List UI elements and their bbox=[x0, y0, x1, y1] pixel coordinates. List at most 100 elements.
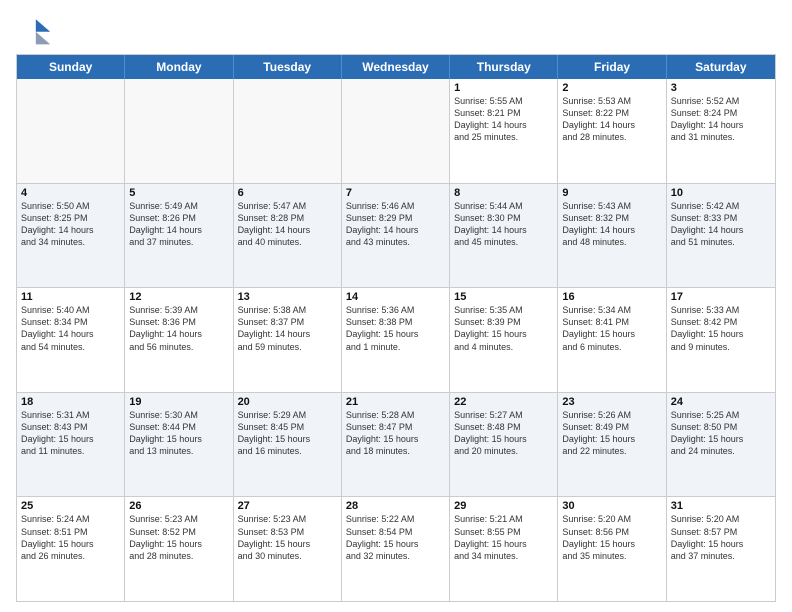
day-number: 22 bbox=[454, 396, 553, 408]
day-cell-19: 19Sunrise: 5:30 AM Sunset: 8:44 PM Dayli… bbox=[125, 393, 233, 497]
day-number: 20 bbox=[238, 396, 337, 408]
day-cell-20: 20Sunrise: 5:29 AM Sunset: 8:45 PM Dayli… bbox=[234, 393, 342, 497]
day-cell-1: 1Sunrise: 5:55 AM Sunset: 8:21 PM Daylig… bbox=[450, 79, 558, 183]
day-number: 8 bbox=[454, 187, 553, 199]
day-info: Sunrise: 5:52 AM Sunset: 8:24 PM Dayligh… bbox=[671, 95, 771, 144]
day-cell-23: 23Sunrise: 5:26 AM Sunset: 8:49 PM Dayli… bbox=[558, 393, 666, 497]
day-info: Sunrise: 5:21 AM Sunset: 8:55 PM Dayligh… bbox=[454, 513, 553, 562]
calendar-row-1: 1Sunrise: 5:55 AM Sunset: 8:21 PM Daylig… bbox=[17, 79, 775, 184]
day-cell-7: 7Sunrise: 5:46 AM Sunset: 8:29 PM Daylig… bbox=[342, 184, 450, 288]
day-info: Sunrise: 5:44 AM Sunset: 8:30 PM Dayligh… bbox=[454, 200, 553, 249]
day-info: Sunrise: 5:25 AM Sunset: 8:50 PM Dayligh… bbox=[671, 409, 771, 458]
day-cell-3: 3Sunrise: 5:52 AM Sunset: 8:24 PM Daylig… bbox=[667, 79, 775, 183]
day-number: 14 bbox=[346, 291, 445, 303]
day-number: 9 bbox=[562, 187, 661, 199]
header-day-sunday: Sunday bbox=[17, 55, 125, 79]
day-number: 26 bbox=[129, 500, 228, 512]
header-day-monday: Monday bbox=[125, 55, 233, 79]
day-cell-15: 15Sunrise: 5:35 AM Sunset: 8:39 PM Dayli… bbox=[450, 288, 558, 392]
day-cell-9: 9Sunrise: 5:43 AM Sunset: 8:32 PM Daylig… bbox=[558, 184, 666, 288]
day-cell-14: 14Sunrise: 5:36 AM Sunset: 8:38 PM Dayli… bbox=[342, 288, 450, 392]
day-cell-26: 26Sunrise: 5:23 AM Sunset: 8:52 PM Dayli… bbox=[125, 497, 233, 601]
day-number: 18 bbox=[21, 396, 120, 408]
day-cell-empty bbox=[234, 79, 342, 183]
header-day-wednesday: Wednesday bbox=[342, 55, 450, 79]
day-cell-12: 12Sunrise: 5:39 AM Sunset: 8:36 PM Dayli… bbox=[125, 288, 233, 392]
day-number: 30 bbox=[562, 500, 661, 512]
day-cell-16: 16Sunrise: 5:34 AM Sunset: 8:41 PM Dayli… bbox=[558, 288, 666, 392]
day-number: 12 bbox=[129, 291, 228, 303]
logo bbox=[16, 12, 56, 48]
calendar-header: SundayMondayTuesdayWednesdayThursdayFrid… bbox=[17, 55, 775, 79]
day-cell-22: 22Sunrise: 5:27 AM Sunset: 8:48 PM Dayli… bbox=[450, 393, 558, 497]
day-number: 25 bbox=[21, 500, 120, 512]
day-number: 31 bbox=[671, 500, 771, 512]
day-cell-6: 6Sunrise: 5:47 AM Sunset: 8:28 PM Daylig… bbox=[234, 184, 342, 288]
calendar-body: 1Sunrise: 5:55 AM Sunset: 8:21 PM Daylig… bbox=[17, 79, 775, 601]
day-cell-2: 2Sunrise: 5:53 AM Sunset: 8:22 PM Daylig… bbox=[558, 79, 666, 183]
day-number: 1 bbox=[454, 82, 553, 94]
day-cell-empty bbox=[342, 79, 450, 183]
day-info: Sunrise: 5:34 AM Sunset: 8:41 PM Dayligh… bbox=[562, 304, 661, 353]
day-number: 17 bbox=[671, 291, 771, 303]
day-number: 16 bbox=[562, 291, 661, 303]
day-number: 4 bbox=[21, 187, 120, 199]
header-day-thursday: Thursday bbox=[450, 55, 558, 79]
day-cell-24: 24Sunrise: 5:25 AM Sunset: 8:50 PM Dayli… bbox=[667, 393, 775, 497]
day-cell-30: 30Sunrise: 5:20 AM Sunset: 8:56 PM Dayli… bbox=[558, 497, 666, 601]
day-cell-17: 17Sunrise: 5:33 AM Sunset: 8:42 PM Dayli… bbox=[667, 288, 775, 392]
day-cell-5: 5Sunrise: 5:49 AM Sunset: 8:26 PM Daylig… bbox=[125, 184, 233, 288]
day-info: Sunrise: 5:24 AM Sunset: 8:51 PM Dayligh… bbox=[21, 513, 120, 562]
calendar-row-5: 25Sunrise: 5:24 AM Sunset: 8:51 PM Dayli… bbox=[17, 497, 775, 601]
day-info: Sunrise: 5:33 AM Sunset: 8:42 PM Dayligh… bbox=[671, 304, 771, 353]
day-info: Sunrise: 5:47 AM Sunset: 8:28 PM Dayligh… bbox=[238, 200, 337, 249]
day-info: Sunrise: 5:36 AM Sunset: 8:38 PM Dayligh… bbox=[346, 304, 445, 353]
day-number: 11 bbox=[21, 291, 120, 303]
day-cell-28: 28Sunrise: 5:22 AM Sunset: 8:54 PM Dayli… bbox=[342, 497, 450, 601]
day-info: Sunrise: 5:28 AM Sunset: 8:47 PM Dayligh… bbox=[346, 409, 445, 458]
day-info: Sunrise: 5:53 AM Sunset: 8:22 PM Dayligh… bbox=[562, 95, 661, 144]
day-info: Sunrise: 5:23 AM Sunset: 8:53 PM Dayligh… bbox=[238, 513, 337, 562]
day-info: Sunrise: 5:43 AM Sunset: 8:32 PM Dayligh… bbox=[562, 200, 661, 249]
day-cell-21: 21Sunrise: 5:28 AM Sunset: 8:47 PM Dayli… bbox=[342, 393, 450, 497]
day-info: Sunrise: 5:27 AM Sunset: 8:48 PM Dayligh… bbox=[454, 409, 553, 458]
day-cell-13: 13Sunrise: 5:38 AM Sunset: 8:37 PM Dayli… bbox=[234, 288, 342, 392]
page: SundayMondayTuesdayWednesdayThursdayFrid… bbox=[0, 0, 792, 612]
day-info: Sunrise: 5:42 AM Sunset: 8:33 PM Dayligh… bbox=[671, 200, 771, 249]
day-info: Sunrise: 5:29 AM Sunset: 8:45 PM Dayligh… bbox=[238, 409, 337, 458]
day-number: 5 bbox=[129, 187, 228, 199]
calendar: SundayMondayTuesdayWednesdayThursdayFrid… bbox=[16, 54, 776, 602]
day-number: 21 bbox=[346, 396, 445, 408]
day-cell-8: 8Sunrise: 5:44 AM Sunset: 8:30 PM Daylig… bbox=[450, 184, 558, 288]
day-number: 15 bbox=[454, 291, 553, 303]
header-day-friday: Friday bbox=[558, 55, 666, 79]
day-number: 7 bbox=[346, 187, 445, 199]
day-number: 24 bbox=[671, 396, 771, 408]
day-cell-empty bbox=[125, 79, 233, 183]
day-info: Sunrise: 5:31 AM Sunset: 8:43 PM Dayligh… bbox=[21, 409, 120, 458]
day-number: 2 bbox=[562, 82, 661, 94]
day-number: 13 bbox=[238, 291, 337, 303]
calendar-row-4: 18Sunrise: 5:31 AM Sunset: 8:43 PM Dayli… bbox=[17, 393, 775, 498]
day-cell-10: 10Sunrise: 5:42 AM Sunset: 8:33 PM Dayli… bbox=[667, 184, 775, 288]
header-day-tuesday: Tuesday bbox=[234, 55, 342, 79]
day-info: Sunrise: 5:20 AM Sunset: 8:56 PM Dayligh… bbox=[562, 513, 661, 562]
day-info: Sunrise: 5:35 AM Sunset: 8:39 PM Dayligh… bbox=[454, 304, 553, 353]
logo-icon bbox=[16, 12, 52, 48]
day-cell-29: 29Sunrise: 5:21 AM Sunset: 8:55 PM Dayli… bbox=[450, 497, 558, 601]
day-number: 27 bbox=[238, 500, 337, 512]
day-cell-empty bbox=[17, 79, 125, 183]
header-day-saturday: Saturday bbox=[667, 55, 775, 79]
calendar-row-2: 4Sunrise: 5:50 AM Sunset: 8:25 PM Daylig… bbox=[17, 184, 775, 289]
day-info: Sunrise: 5:23 AM Sunset: 8:52 PM Dayligh… bbox=[129, 513, 228, 562]
day-info: Sunrise: 5:50 AM Sunset: 8:25 PM Dayligh… bbox=[21, 200, 120, 249]
day-number: 23 bbox=[562, 396, 661, 408]
header bbox=[16, 12, 776, 48]
day-info: Sunrise: 5:39 AM Sunset: 8:36 PM Dayligh… bbox=[129, 304, 228, 353]
day-info: Sunrise: 5:40 AM Sunset: 8:34 PM Dayligh… bbox=[21, 304, 120, 353]
day-number: 29 bbox=[454, 500, 553, 512]
day-number: 6 bbox=[238, 187, 337, 199]
day-cell-31: 31Sunrise: 5:20 AM Sunset: 8:57 PM Dayli… bbox=[667, 497, 775, 601]
day-cell-27: 27Sunrise: 5:23 AM Sunset: 8:53 PM Dayli… bbox=[234, 497, 342, 601]
day-info: Sunrise: 5:38 AM Sunset: 8:37 PM Dayligh… bbox=[238, 304, 337, 353]
